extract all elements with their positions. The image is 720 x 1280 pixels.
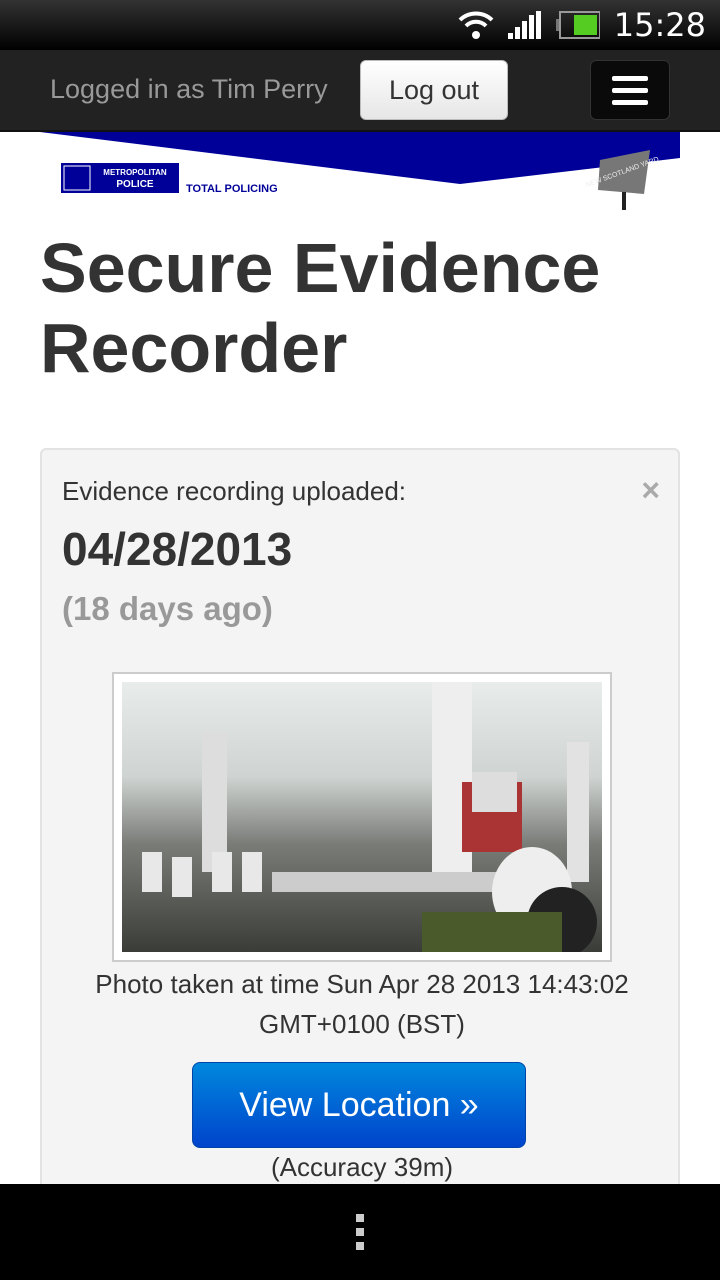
met-police-banner: METROPOLITAN POLICE TOTAL POLICING NEW S… [40,132,680,210]
menu-button[interactable] [590,60,670,120]
svg-text:METROPOLITAN: METROPOLITAN [103,168,167,177]
evidence-photo [112,672,612,962]
view-location-button[interactable]: View Location » [192,1062,526,1148]
evidence-label: Evidence recording uploaded: [62,476,407,506]
status-bar: 15:28 [0,0,720,50]
close-icon[interactable]: × [641,472,660,509]
upload-relative-time: (18 days ago) [62,590,273,627]
battery-icon [555,11,600,39]
evidence-alert: Evidence recording uploaded: × 04/28/201… [40,448,680,1208]
navbar: Logged in as Tim Perry Log out [0,50,720,132]
svg-text:TOTAL POLICING: TOTAL POLICING [186,183,278,195]
svg-text:POLICE: POLICE [116,179,154,190]
signal-icon [507,11,541,39]
page-title: Secure Evidence Recorder [40,229,601,387]
android-bottom-bar [0,1184,720,1280]
hamburger-icon [612,75,648,81]
logout-button[interactable]: Log out [360,60,508,120]
clock: 15:28 [613,6,706,44]
location-accuracy: (Accuracy 39m) [270,1152,454,1182]
photo-caption: Photo taken at time Sun Apr 28 2013 14:4… [95,969,629,1039]
upload-date: 04/28/2013 [62,523,293,575]
wifi-icon [458,11,494,39]
logged-in-text: Logged in as Tim Perry [50,74,328,104]
overflow-menu-icon[interactable] [356,1214,364,1250]
